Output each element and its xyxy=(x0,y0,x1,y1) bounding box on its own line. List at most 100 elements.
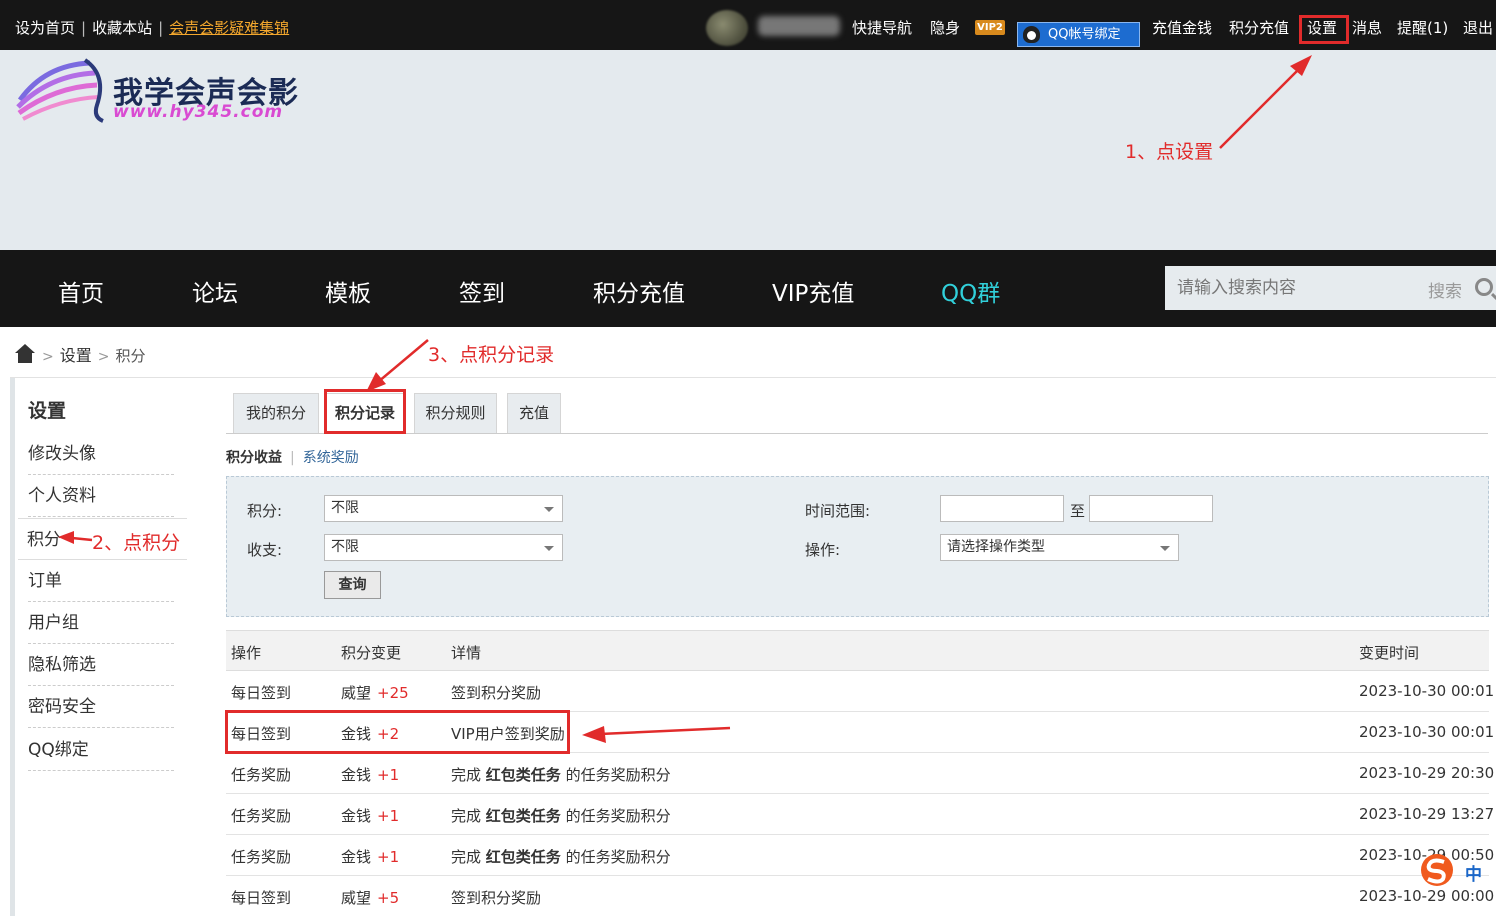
tab-recharge[interactable]: 充值 xyxy=(507,393,561,433)
row-points-change: 威望 +5 xyxy=(341,887,399,908)
top-links: 设为首页 | 收藏本站 | 会声会影疑难集锦 xyxy=(15,19,290,37)
table-row: 每日签到 威望 +5 签到积分奖励 2023-10-29 00:00 xyxy=(226,876,1494,916)
row-points-delta: +1 xyxy=(377,766,400,784)
invisible-link[interactable]: 隐身 xyxy=(930,17,960,38)
annotation-step-2: 2、点积分 xyxy=(92,532,181,554)
logout-link[interactable]: 退出 xyxy=(1463,17,1493,38)
sidebar-item-avatar[interactable]: 修改头像 xyxy=(28,433,174,475)
quick-nav-link[interactable]: 快捷导航 xyxy=(852,17,912,38)
sidebar-item-qq-bind[interactable]: QQ绑定 xyxy=(28,729,174,771)
sogou-ime-icon[interactable] xyxy=(1418,852,1456,888)
row-points-delta: +25 xyxy=(377,684,409,702)
breadcrumb: > 设置 > 积分 xyxy=(14,342,146,365)
divider xyxy=(10,377,1496,378)
sidebar-item-usergroup[interactable]: 用户组 xyxy=(28,602,174,644)
messages-link[interactable]: 消息 xyxy=(1352,17,1382,38)
search-button[interactable]: 搜索 xyxy=(1428,277,1462,302)
user-avatar[interactable] xyxy=(706,10,748,46)
op-type-select[interactable]: 请选择操作类型 xyxy=(940,534,1179,561)
inout-filter-label: 收支: xyxy=(247,541,283,559)
table-row: 任务奖励 金钱 +1 完成 红包类任务 的任务奖励积分 2023-10-29 13:27 xyxy=(226,794,1494,835)
search-icon[interactable] xyxy=(1475,278,1493,296)
inout-select[interactable]: 不限 xyxy=(324,534,563,561)
tab-points-rules[interactable]: 积分规则 xyxy=(414,393,497,433)
row-detail-suffix: 的任务奖励积分 xyxy=(560,807,671,825)
table-row: 任务奖励 金钱 +1 完成 红包类任务 的任务奖励积分 2023-10-29 00:50 xyxy=(226,835,1494,876)
faq-collection-link[interactable]: 会声会影疑难集锦 xyxy=(169,19,289,37)
bookmark-link[interactable]: 收藏本站 xyxy=(92,19,152,37)
logo-swirl-icon[interactable] xyxy=(15,55,110,123)
points-select[interactable]: 不限 xyxy=(324,495,563,522)
qq-bind-button[interactable]: QQ帐号绑定 xyxy=(1017,22,1140,47)
vip-badge[interactable]: VIP2 xyxy=(975,20,1005,35)
row-detail-task-link[interactable]: 红包类任务 xyxy=(486,807,561,825)
row-time: 2023-10-29 20:30 xyxy=(1359,764,1495,782)
sidebar-title: 设置 xyxy=(28,400,67,422)
subtab-income[interactable]: 积分收益 xyxy=(226,450,282,466)
chevron-down-icon xyxy=(1160,546,1170,551)
row-detail-task-link[interactable]: 红包类任务 xyxy=(486,848,561,866)
nav-checkin[interactable]: 签到 xyxy=(459,274,505,308)
row-points-change: 金钱 +1 xyxy=(341,764,399,785)
search-input[interactable] xyxy=(1165,266,1415,310)
row-time: 2023-10-29 13:27 xyxy=(1359,805,1495,823)
breadcrumb-settings[interactable]: 设置 xyxy=(60,346,92,365)
nav-qq-group[interactable]: QQ群 xyxy=(941,274,1000,308)
reminders-link[interactable]: 提醒(1) xyxy=(1397,17,1448,38)
ime-language-label[interactable]: 中 xyxy=(1465,860,1482,885)
row-detail: 签到积分奖励 xyxy=(451,682,541,703)
table-header: 操作 积分变更 详情 变更时间 xyxy=(226,630,1489,671)
nav-templates[interactable]: 模板 xyxy=(325,274,371,308)
row-operation: 每日签到 xyxy=(231,684,292,702)
top-bar: 设为首页 | 收藏本站 | 会声会影疑难集锦 快捷导航 隐身 VIP2 QQ帐号绑定 充… xyxy=(0,0,1496,50)
row-points-type: 金钱 xyxy=(341,848,372,866)
sidebar-item-privacy[interactable]: 隐私筛选 xyxy=(28,644,174,686)
row-detail-text: 签到积分奖励 xyxy=(451,684,542,702)
chevron-down-icon xyxy=(544,546,554,551)
row-points-delta: +5 xyxy=(377,889,400,907)
row-detail: 完成 红包类任务 的任务奖励积分 xyxy=(451,846,671,867)
col-time: 变更时间 xyxy=(1359,644,1420,662)
tab-bar: 我的积分 积分记录 积分规则 充值 xyxy=(226,393,1488,434)
nav-vip-recharge[interactable]: VIP充值 xyxy=(772,274,854,308)
breadcrumb-points: 积分 xyxy=(115,347,146,365)
row-points-type: 威望 xyxy=(341,889,372,907)
row-detail-task-link[interactable]: 红包类任务 xyxy=(486,766,561,784)
row-operation: 每日签到 xyxy=(231,889,292,907)
row-detail-suffix: 的任务奖励积分 xyxy=(560,848,671,866)
row-detail-text: 完成 xyxy=(451,807,486,825)
row-points-type: 金钱 xyxy=(341,807,372,825)
nav-forum[interactable]: 论坛 xyxy=(192,274,238,308)
annotation-step-3: 3、点积分记录 xyxy=(428,344,555,366)
time-start-input[interactable] xyxy=(940,495,1064,522)
logo-url: www.hy345.com xyxy=(113,102,284,122)
recharge-points-link[interactable]: 积分充值 xyxy=(1229,17,1289,38)
row-points-type: 金钱 xyxy=(341,766,372,784)
row-operation: 任务奖励 xyxy=(231,807,292,825)
subtab-system-rewards[interactable]: 系统奖励 xyxy=(303,450,359,466)
home-icon[interactable] xyxy=(14,344,36,364)
subtabs: 积分收益 | 系统奖励 xyxy=(226,450,359,466)
sidebar-item-orders[interactable]: 订单 xyxy=(28,560,174,602)
nav-home[interactable]: 首页 xyxy=(58,274,104,308)
points-select-value: 不限 xyxy=(331,500,359,516)
time-end-input[interactable] xyxy=(1089,495,1213,522)
points-filter-label: 积分: xyxy=(247,502,283,520)
set-homepage-link[interactable]: 设为首页 xyxy=(15,19,75,37)
row-points-delta: +1 xyxy=(377,848,400,866)
row-time: 2023-10-30 00:01 xyxy=(1359,723,1495,741)
row-time: 2023-10-29 00:00 xyxy=(1359,887,1495,905)
recharge-money-link[interactable]: 充值金钱 xyxy=(1152,17,1212,38)
tab-my-points[interactable]: 我的积分 xyxy=(233,393,319,433)
sidebar-item-profile[interactable]: 个人资料 xyxy=(28,475,174,517)
row-points-type: 威望 xyxy=(341,684,372,702)
time-to-label: 至 xyxy=(1070,502,1086,520)
time-range-label: 时间范围: xyxy=(805,502,871,520)
username-blurred[interactable] xyxy=(758,16,840,36)
sidebar-item-password[interactable]: 密码安全 xyxy=(28,686,174,728)
qq-penguin-icon xyxy=(1023,26,1040,43)
query-button[interactable]: 查询 xyxy=(324,571,381,599)
points-log-highlight-box xyxy=(324,389,406,434)
row-points-delta: +1 xyxy=(377,807,400,825)
nav-points-recharge[interactable]: 积分充值 xyxy=(593,274,685,308)
